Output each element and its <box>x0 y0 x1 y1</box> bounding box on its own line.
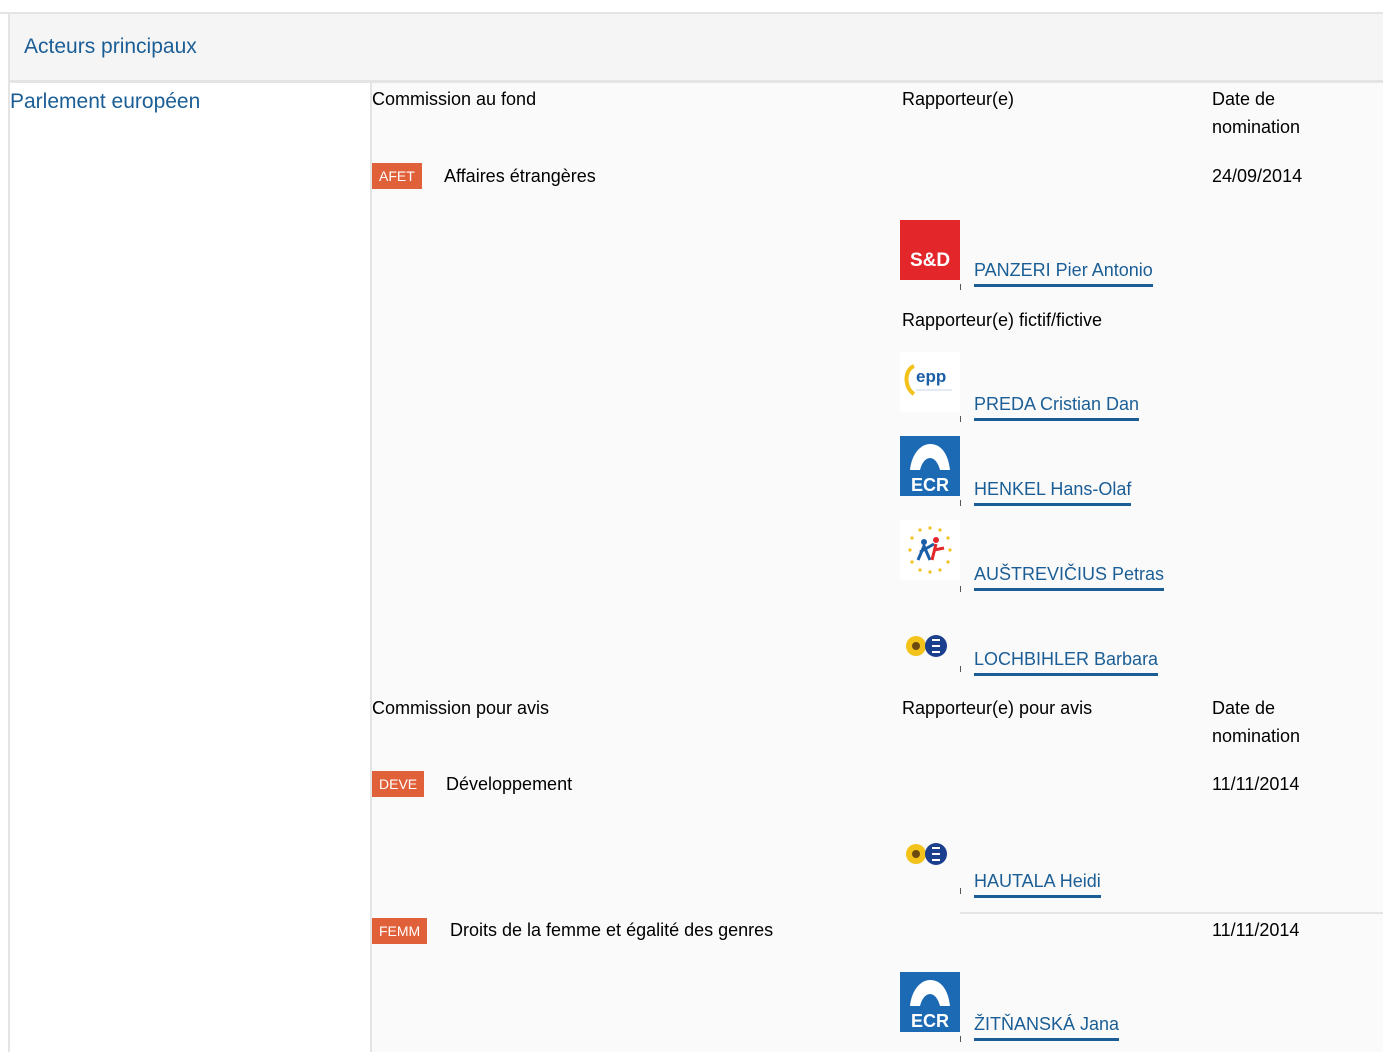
rapporteur-link-hautala[interactable]: HAUTALA Heidi <box>974 869 1101 898</box>
nomination-date-deve: 11/11/2014 <box>1212 774 1300 794</box>
lead-date-heading: Date de nomination <box>1212 89 1301 137</box>
committee-badge-femm[interactable]: FEMM <box>372 918 428 944</box>
logo-tick <box>960 586 961 592</box>
committee-panel <box>372 83 1383 1052</box>
epp-logo-icon: epp <box>900 352 960 412</box>
sd-logo-icon: S&D <box>900 220 960 280</box>
institution-column: Parlement européen <box>8 83 370 1052</box>
logo-tick <box>960 1036 961 1042</box>
ecr-logo-icon: ECR <box>900 436 960 496</box>
svg-text:S&D: S&D <box>910 250 950 271</box>
institution-name: Parlement européen <box>10 90 201 113</box>
logo-tick <box>960 284 961 290</box>
nomination-date-afet: 24/09/2014 <box>1212 166 1303 186</box>
shadow-link-austrevicius[interactable]: AUŠTREVIČIUS Petras <box>974 562 1165 591</box>
svg-text:ECR: ECR <box>911 475 949 495</box>
logo-tick <box>960 416 961 422</box>
committee-name-afet: Affaires étrangères <box>444 166 596 186</box>
committee-badge-afet[interactable]: AFET <box>372 163 422 189</box>
shadow-link-preda[interactable]: PREDA Cristian Dan <box>974 392 1140 421</box>
logo-tick <box>960 888 961 894</box>
committee-badge-deve[interactable]: DEVE <box>372 771 425 797</box>
rapporteur-link-zitnanska[interactable]: ŽITŇANSKÁ Jana <box>974 1012 1120 1041</box>
lead-rapporteur-heading: Rapporteur(e) <box>902 89 1015 109</box>
committee-name-femm: Droits de la femme et égalité des genres <box>450 920 774 940</box>
section-title: Acteurs principaux <box>24 35 197 58</box>
shadow-link-henkel[interactable]: HENKEL Hans-Olaf <box>974 477 1132 506</box>
section-header: Acteurs principaux <box>8 14 1383 80</box>
opinion-rapporteur-heading: Rapporteur(e) pour avis <box>902 698 1093 718</box>
opinion-date-heading: Date de nomination <box>1212 698 1301 746</box>
opinion-committee-heading: Commission pour avis <box>372 698 550 718</box>
row-divider <box>960 912 1383 914</box>
svg-text:epp: epp <box>916 367 946 386</box>
greens-logo-icon <box>906 843 947 865</box>
lead-committee-heading: Commission au fond <box>372 89 537 109</box>
committee-name-deve: Développement <box>446 774 573 794</box>
greens-logo-icon <box>906 635 947 657</box>
rapporteur-link-panzeri[interactable]: PANZERI Pier Antonio <box>974 258 1153 287</box>
shadow-link-lochbihler[interactable]: LOCHBIHLER Barbara <box>974 647 1159 676</box>
shadow-rapporteur-heading: Rapporteur(e) fictif/fictive <box>902 310 1103 330</box>
svg-text:ECR: ECR <box>911 1011 949 1031</box>
nomination-date-femm: 11/11/2014 <box>1212 920 1300 940</box>
alde-logo-icon <box>900 520 960 580</box>
ecr-logo-icon: ECR <box>900 972 960 1032</box>
logo-tick <box>960 666 961 672</box>
logo-tick <box>960 500 961 506</box>
